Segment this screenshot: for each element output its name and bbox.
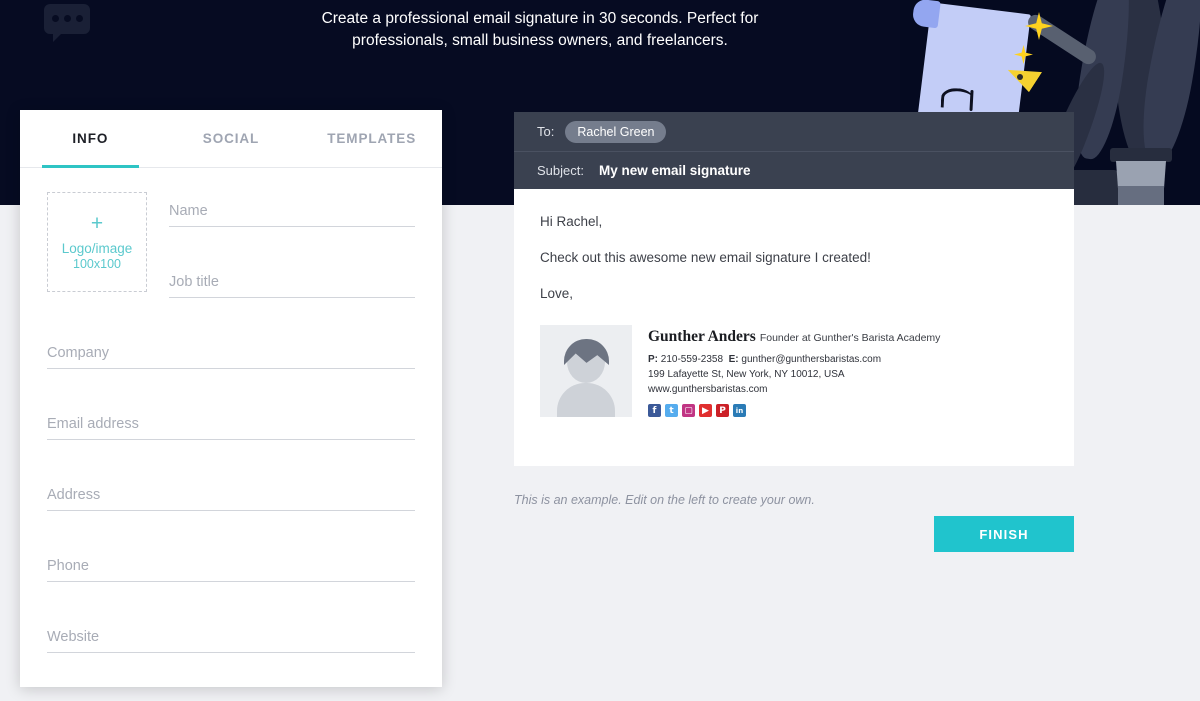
name-input[interactable]	[169, 198, 415, 227]
chat-bubble-icon	[44, 4, 90, 42]
signature-email: gunther@gunthersbaristas.com	[741, 354, 882, 365]
email-body: Hi Rachel, Check out this awesome new em…	[514, 189, 1074, 466]
editor-form: + Logo/image 100x100	[20, 168, 442, 653]
address-field-wrap	[47, 482, 415, 511]
chat-bubble-dots	[52, 15, 83, 22]
signature-name-row: Gunther Anders Founder at Gunther's Baris…	[648, 328, 940, 346]
recipient-chip[interactable]: Rachel Green	[565, 120, 667, 143]
job-title-field-wrap	[169, 269, 415, 298]
coffee-cup-lid-icon	[1110, 148, 1172, 162]
website-field-wrap	[47, 624, 415, 653]
email-header: To: Rachel Green Subject: My new email s…	[514, 112, 1074, 189]
signature-website: www.gunthersbaristas.com	[648, 384, 768, 395]
pinterest-glyph: P	[719, 405, 726, 416]
phone-label: P:	[648, 354, 658, 365]
email-message: Check out this awesome new email signatu…	[540, 250, 871, 265]
example-note: This is an example. Edit on the left to …	[514, 493, 815, 507]
phone-field-wrap	[47, 553, 415, 582]
signature-name: Gunther Anders	[648, 328, 756, 345]
logo-upload-label: Logo/image	[61, 240, 133, 256]
subject-label: Subject:	[537, 163, 584, 178]
job-title-input[interactable]	[169, 269, 415, 298]
email-signature-block: Gunther Anders Founder at Gunther's Baris…	[540, 325, 1048, 417]
address-input[interactable]	[47, 482, 415, 511]
youtube-glyph: ▶	[702, 405, 709, 416]
person-avatar-placeholder	[540, 325, 632, 417]
phone-input[interactable]	[47, 553, 415, 582]
remaining-fields	[47, 340, 415, 653]
tab-social[interactable]: SOCIAL	[161, 110, 302, 167]
email-greeting: Hi Rachel,	[540, 214, 603, 229]
subject-value[interactable]: My new email signature	[599, 163, 751, 178]
name-job-fields	[169, 192, 415, 298]
email-preview-panel: To: Rachel Green Subject: My new email s…	[514, 112, 1074, 466]
signature-social-icons: f t ▢ ▶ P in	[648, 404, 940, 417]
signature-role: Founder at Gunther's Barista Academy	[759, 332, 941, 344]
email-signoff: Love,	[540, 286, 574, 301]
signature-address: 199 Lafayette St, New York, NY 10012, US…	[648, 369, 845, 380]
facebook-glyph: f	[652, 405, 657, 416]
logo-upload-dropzone[interactable]: + Logo/image 100x100	[47, 192, 147, 292]
coffee-cup-band	[1118, 186, 1164, 205]
signature-details: Gunther Anders Founder at Gunther's Baris…	[632, 325, 940, 417]
avatar-body	[557, 383, 615, 417]
to-label: To:	[537, 124, 555, 139]
signature-editor-panel: INFO SOCIAL TEMPLATES + Logo/image 100x1…	[20, 110, 442, 687]
name-field-wrap	[169, 198, 415, 227]
instagram-icon[interactable]: ▢	[682, 404, 695, 417]
signature-phone: 210-559-2358	[660, 354, 724, 365]
logo-upload-size: 100x100	[73, 256, 121, 271]
handwritten-signature-icon	[940, 87, 974, 110]
facebook-icon[interactable]: f	[648, 404, 661, 417]
page-tagline: Create a professional email signature in…	[321, 10, 759, 49]
pen-nib-dot	[1017, 74, 1023, 80]
pinterest-icon[interactable]: P	[716, 404, 729, 417]
editor-tabs: INFO SOCIAL TEMPLATES	[20, 110, 442, 168]
email-label: E:	[728, 354, 739, 365]
linkedin-glyph: in	[735, 406, 744, 415]
finish-button[interactable]: FINISH	[934, 516, 1074, 552]
email-subject-row: Subject: My new email signature	[514, 152, 1074, 189]
email-to-row: To: Rachel Green	[514, 112, 1074, 152]
signature-contact-line: P: 210-559-2358 E: gunther@gunthersbaris…	[648, 353, 940, 366]
twitter-glyph: t	[669, 405, 674, 416]
linkedin-icon[interactable]: in	[733, 404, 746, 417]
twitter-icon[interactable]: t	[665, 404, 678, 417]
company-input[interactable]	[47, 340, 415, 369]
instagram-glyph: ▢	[684, 405, 693, 416]
tab-templates[interactable]: TEMPLATES	[301, 110, 442, 167]
website-input[interactable]	[47, 624, 415, 653]
logo-and-name-row: + Logo/image 100x100	[47, 192, 415, 298]
email-field-wrap	[47, 411, 415, 440]
company-field-wrap	[47, 340, 415, 369]
tab-info[interactable]: INFO	[20, 110, 161, 168]
email-address-input[interactable]	[47, 411, 415, 440]
plus-icon: +	[90, 211, 104, 235]
youtube-icon[interactable]: ▶	[699, 404, 712, 417]
